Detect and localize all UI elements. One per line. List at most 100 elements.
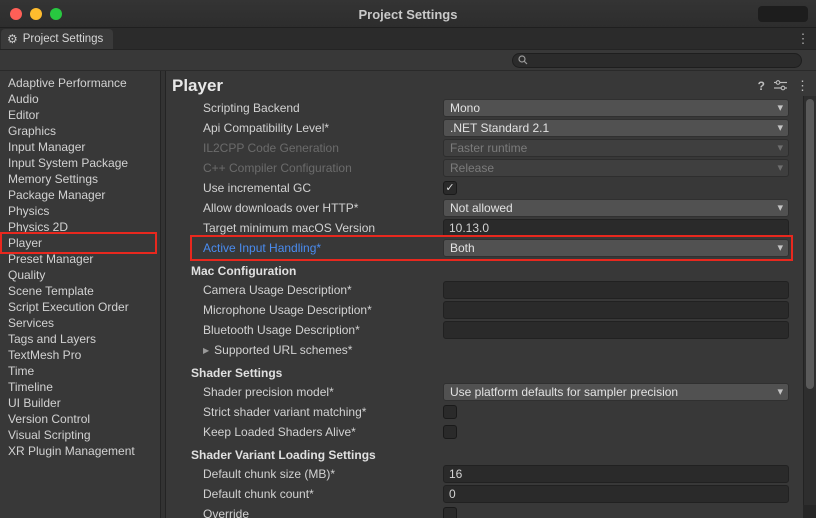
chevron-down-icon: ▾ bbox=[777, 121, 783, 134]
page-title: Player bbox=[172, 76, 758, 96]
label-default-chunk-size-mb: Default chunk size (MB)* bbox=[203, 467, 443, 481]
chevron-down-icon: ▾ bbox=[777, 101, 783, 114]
row-microphone-usage-description: Microphone Usage Description* bbox=[166, 300, 803, 320]
label-keep-loaded-shaders-alive: Keep Loaded Shaders Alive* bbox=[203, 425, 443, 439]
sidebar-item-time[interactable]: Time bbox=[0, 363, 160, 379]
sidebar-item-tags-and-layers[interactable]: Tags and Layers bbox=[0, 331, 160, 347]
vertical-scrollbar[interactable] bbox=[803, 96, 816, 518]
label-strict-shader-variant-matching: Strict shader variant matching* bbox=[203, 405, 443, 419]
label-default-chunk-count: Default chunk count* bbox=[203, 487, 443, 501]
checkbox-override[interactable] bbox=[443, 507, 457, 518]
sidebar-item-audio[interactable]: Audio bbox=[0, 91, 160, 107]
checkbox-keep-loaded-shaders-alive[interactable] bbox=[443, 425, 457, 439]
sidebar-item-timeline[interactable]: Timeline bbox=[0, 379, 160, 395]
preset-sliders-icon[interactable] bbox=[774, 80, 787, 91]
sidebar-item-quality[interactable]: Quality bbox=[0, 267, 160, 283]
chevron-down-icon: ▾ bbox=[777, 241, 783, 254]
input-default-chunk-count[interactable]: 0 bbox=[443, 485, 789, 503]
dropdown-value: Faster runtime bbox=[450, 141, 527, 155]
kebab-menu-icon[interactable]: ⋮ bbox=[796, 78, 809, 94]
sidebar-item-physics-2d[interactable]: Physics 2D bbox=[0, 219, 160, 235]
label-supported-url-schemes: ▶Supported URL schemes* bbox=[203, 343, 443, 357]
toolbar bbox=[0, 50, 816, 71]
scrollbar-corner bbox=[803, 505, 816, 518]
label-scripting-backend: Scripting Backend bbox=[203, 101, 443, 115]
dropdown-value: Both bbox=[450, 241, 475, 255]
sidebar-item-visual-scripting[interactable]: Visual Scripting bbox=[0, 427, 160, 443]
field-area bbox=[443, 281, 789, 299]
window-title: Project Settings bbox=[0, 0, 816, 28]
dropdown-scripting-backend[interactable]: Mono ▾ bbox=[443, 99, 789, 117]
input-default-chunk-size-mb[interactable]: 16 bbox=[443, 465, 789, 483]
search-input[interactable] bbox=[532, 55, 801, 67]
dropdown-value: Mono bbox=[450, 101, 480, 115]
chevron-down-icon: ▾ bbox=[777, 385, 783, 398]
dropdown-value: Release bbox=[450, 161, 494, 175]
field-area: Faster runtime▾ bbox=[443, 139, 789, 157]
label-bluetooth-usage-description: Bluetooth Usage Description* bbox=[203, 323, 443, 337]
checkbox-strict-shader-variant-matching[interactable] bbox=[443, 405, 457, 419]
sidebar-item-ui-builder[interactable]: UI Builder bbox=[0, 395, 160, 411]
field-area bbox=[443, 425, 789, 439]
input-camera-usage-description[interactable] bbox=[443, 281, 789, 299]
sidebar-item-editor[interactable]: Editor bbox=[0, 107, 160, 123]
row-override: Override bbox=[166, 504, 803, 518]
row-scripting-backend: Scripting Backend Mono ▾ bbox=[166, 98, 803, 118]
input-target-minimum-macos-version[interactable]: 10.13.0 bbox=[443, 219, 789, 237]
chevron-down-icon: ▾ bbox=[777, 201, 783, 214]
titlebar: Project Settings bbox=[0, 0, 816, 28]
field-area: Not allowed▾ bbox=[443, 199, 789, 217]
sidebar-item-script-execution-order[interactable]: Script Execution Order bbox=[0, 299, 160, 315]
sidebar-item-graphics[interactable]: Graphics bbox=[0, 123, 160, 139]
checkbox-use-incremental-gc[interactable]: ✓ bbox=[443, 181, 457, 195]
tabstrip-menu-icon[interactable]: ⋮ bbox=[796, 31, 810, 47]
sidebar-item-physics[interactable]: Physics bbox=[0, 203, 160, 219]
dropdown-il2cpp-code-generation: Faster runtime▾ bbox=[443, 139, 789, 157]
sidebar-item-input-system-package[interactable]: Input System Package bbox=[0, 155, 160, 171]
sidebar-item-preset-manager[interactable]: Preset Manager bbox=[0, 251, 160, 267]
field-area: Release▾ bbox=[443, 159, 789, 177]
row-bluetooth-usage-description: Bluetooth Usage Description* bbox=[166, 320, 803, 340]
field-area: ✓ bbox=[443, 181, 789, 195]
input-microphone-usage-description[interactable] bbox=[443, 301, 789, 319]
row-use-incremental-gc: Use incremental GC✓ bbox=[166, 178, 803, 198]
field-area: Use platform defaults for sampler precis… bbox=[443, 383, 789, 401]
row-shader-precision-model: Shader precision model*Use platform defa… bbox=[166, 382, 803, 402]
tab-label: Project Settings bbox=[23, 33, 104, 45]
input-bluetooth-usage-description[interactable] bbox=[443, 321, 789, 339]
sidebar-item-version-control[interactable]: Version Control bbox=[0, 411, 160, 427]
main-header: Player ? ⋮ bbox=[166, 71, 816, 96]
field-area bbox=[443, 321, 789, 339]
sidebar-item-services[interactable]: Services bbox=[0, 315, 160, 331]
sidebar-item-adaptive-performance[interactable]: Adaptive Performance bbox=[0, 75, 160, 91]
dropdown-allow-downloads-over-http[interactable]: Not allowed▾ bbox=[443, 199, 789, 217]
foldout-arrow-icon[interactable]: ▶ bbox=[203, 346, 209, 355]
field-area: Both ▾ bbox=[443, 239, 789, 257]
help-icon[interactable]: ? bbox=[758, 79, 765, 93]
header-icons: ? ⋮ bbox=[758, 78, 812, 94]
sidebar-item-xr-plugin-management[interactable]: XR Plugin Management bbox=[0, 443, 160, 459]
field-area bbox=[443, 405, 789, 419]
dropdown-api-compatibility-level[interactable]: .NET Standard 2.1▾ bbox=[443, 119, 789, 137]
field-area: 10.13.0 bbox=[443, 219, 789, 237]
row-supported-url-schemes: ▶Supported URL schemes* bbox=[166, 340, 803, 360]
scrollbar-thumb[interactable] bbox=[806, 99, 814, 389]
dropdown-active-input-handling[interactable]: Both ▾ bbox=[443, 239, 789, 257]
row-default-chunk-count: Default chunk count*0 bbox=[166, 484, 803, 504]
dropdown-shader-precision-model[interactable]: Use platform defaults for sampler precis… bbox=[443, 383, 789, 401]
sidebar-item-package-manager[interactable]: Package Manager bbox=[0, 187, 160, 203]
search-field[interactable] bbox=[512, 53, 802, 68]
sidebar-item-input-manager[interactable]: Input Manager bbox=[0, 139, 160, 155]
sidebar-item-memory-settings[interactable]: Memory Settings bbox=[0, 171, 160, 187]
sidebar-item-textmesh-pro[interactable]: TextMesh Pro bbox=[0, 347, 160, 363]
field-area bbox=[443, 507, 789, 518]
label-allow-downloads-over-http: Allow downloads over HTTP* bbox=[203, 201, 443, 215]
dropdown-value: Use platform defaults for sampler precis… bbox=[450, 385, 678, 399]
label-camera-usage-description: Camera Usage Description* bbox=[203, 283, 443, 297]
sidebar-item-scene-template[interactable]: Scene Template bbox=[0, 283, 160, 299]
row-strict-shader-variant-matching: Strict shader variant matching* bbox=[166, 402, 803, 422]
label-microphone-usage-description: Microphone Usage Description* bbox=[203, 303, 443, 317]
field-area: 16 bbox=[443, 465, 789, 483]
sidebar-item-player[interactable]: Player bbox=[0, 235, 160, 251]
tab-project-settings[interactable]: ⚙ Project Settings bbox=[1, 29, 113, 49]
